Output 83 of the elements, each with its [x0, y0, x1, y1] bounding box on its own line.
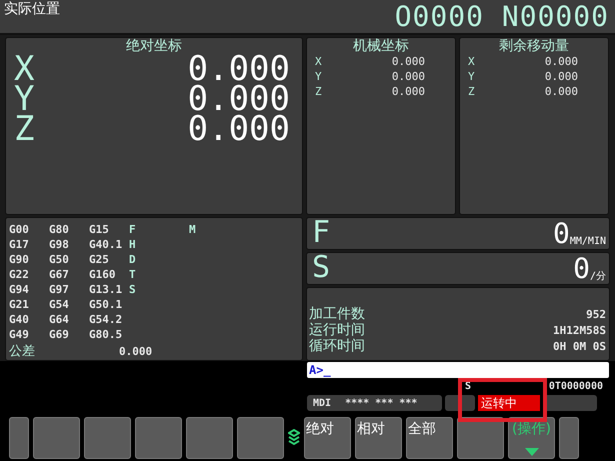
g-code: G97: [49, 282, 70, 297]
g-code: G54: [49, 297, 70, 312]
rate-unit: /分: [590, 270, 606, 284]
modal-letter: D: [129, 252, 137, 267]
softkey[interactable]: [9, 417, 29, 459]
g-code: G00: [9, 222, 30, 237]
axis-value: 0.000: [188, 54, 290, 84]
axis-label: Z: [468, 84, 475, 99]
panel-title: 绝对坐标: [125, 38, 183, 54]
g-code: G98: [49, 237, 70, 252]
screen-title: 实际位置: [4, 0, 60, 18]
g-code: G54.2: [89, 312, 124, 327]
softkey[interactable]: 绝对: [304, 417, 351, 459]
input-field[interactable]: A>_: [307, 362, 609, 378]
counter-label: 运行时间: [309, 321, 365, 338]
softkey[interactable]: [186, 417, 233, 459]
softkey[interactable]: [33, 417, 80, 459]
rate-value: 0: [573, 254, 590, 284]
program-number: O0000 N00000: [394, 0, 609, 34]
axis-value: 0.000: [392, 69, 425, 84]
g-code: G80: [49, 222, 70, 237]
softkey[interactable]: [457, 417, 504, 459]
softkey[interactable]: [559, 417, 579, 459]
modal-letter: F: [129, 222, 137, 237]
g-code: G69: [49, 327, 70, 342]
softkey[interactable]: [135, 417, 182, 459]
g-code: G40: [9, 312, 30, 327]
counter-value: 952: [586, 308, 606, 320]
counter-label: 加工件数: [309, 305, 365, 322]
axis-label: Y: [14, 84, 34, 114]
axis-value: 0.000: [544, 84, 578, 99]
softkey[interactable]: 相对: [355, 417, 402, 459]
panel-title: 机械坐标: [352, 38, 410, 54]
layers-icon[interactable]: [288, 429, 300, 447]
g-code: G13.1: [89, 282, 124, 297]
g-code: G40.1: [89, 237, 124, 252]
axis-label: X: [315, 54, 322, 69]
rate-letter: S: [312, 252, 332, 284]
rate-unit: MM/MIN: [570, 235, 606, 249]
axis-label: X: [14, 54, 34, 84]
modal-letter: S: [129, 282, 137, 297]
g-code: G160: [89, 267, 116, 282]
g-code: G49: [9, 327, 30, 342]
g-code: G17: [9, 237, 30, 252]
spindle-label: S: [465, 380, 472, 393]
softkey[interactable]: 全部: [406, 417, 453, 459]
axis-value: 0.000: [544, 54, 578, 69]
axis-value: 0.000: [188, 84, 290, 114]
axis-label: X: [468, 54, 475, 69]
g-code: G21: [9, 297, 30, 312]
axis-value: 0.000: [188, 114, 290, 144]
panel-title: 剩余移动量: [498, 38, 570, 54]
run-status: 运转中: [478, 395, 540, 411]
g-code: G67: [49, 267, 70, 282]
axis-label: Z: [14, 114, 34, 144]
axis-label: Y: [468, 69, 475, 84]
axis-label: Y: [315, 69, 322, 84]
tolerance-value: 0.000: [119, 345, 152, 358]
g-code: G50: [49, 252, 70, 267]
g-code: G25: [89, 252, 110, 267]
g-code: G64: [49, 312, 70, 327]
g-code: G94: [9, 282, 30, 297]
axis-label: Z: [315, 84, 322, 99]
g-code: G22: [9, 267, 30, 282]
axis-value: 0.000: [392, 84, 425, 99]
g-code: G80.5: [89, 327, 124, 342]
tool-number: 0T0000000: [548, 380, 603, 393]
counter-value: 0H 0M 0S: [553, 340, 606, 352]
g-code: G50.1: [89, 297, 124, 312]
axis-value: 0.000: [392, 54, 425, 69]
axis-value: 0.000: [544, 69, 578, 84]
modal-letter: T: [129, 267, 137, 282]
counter-value: 1H12M58S: [553, 324, 606, 336]
rate-value: 0: [553, 219, 570, 249]
modal-letter: H: [129, 237, 137, 252]
mode-status: MDI **** *** ***: [307, 395, 442, 411]
g-code: G15: [89, 222, 110, 237]
rate-letter: F: [312, 217, 332, 249]
modal-letter: M: [189, 222, 196, 237]
tolerance-label: 公差: [9, 343, 36, 360]
g-code: G90: [9, 252, 30, 267]
counter-label: 循环时间: [309, 337, 365, 355]
softkey[interactable]: [84, 417, 131, 459]
